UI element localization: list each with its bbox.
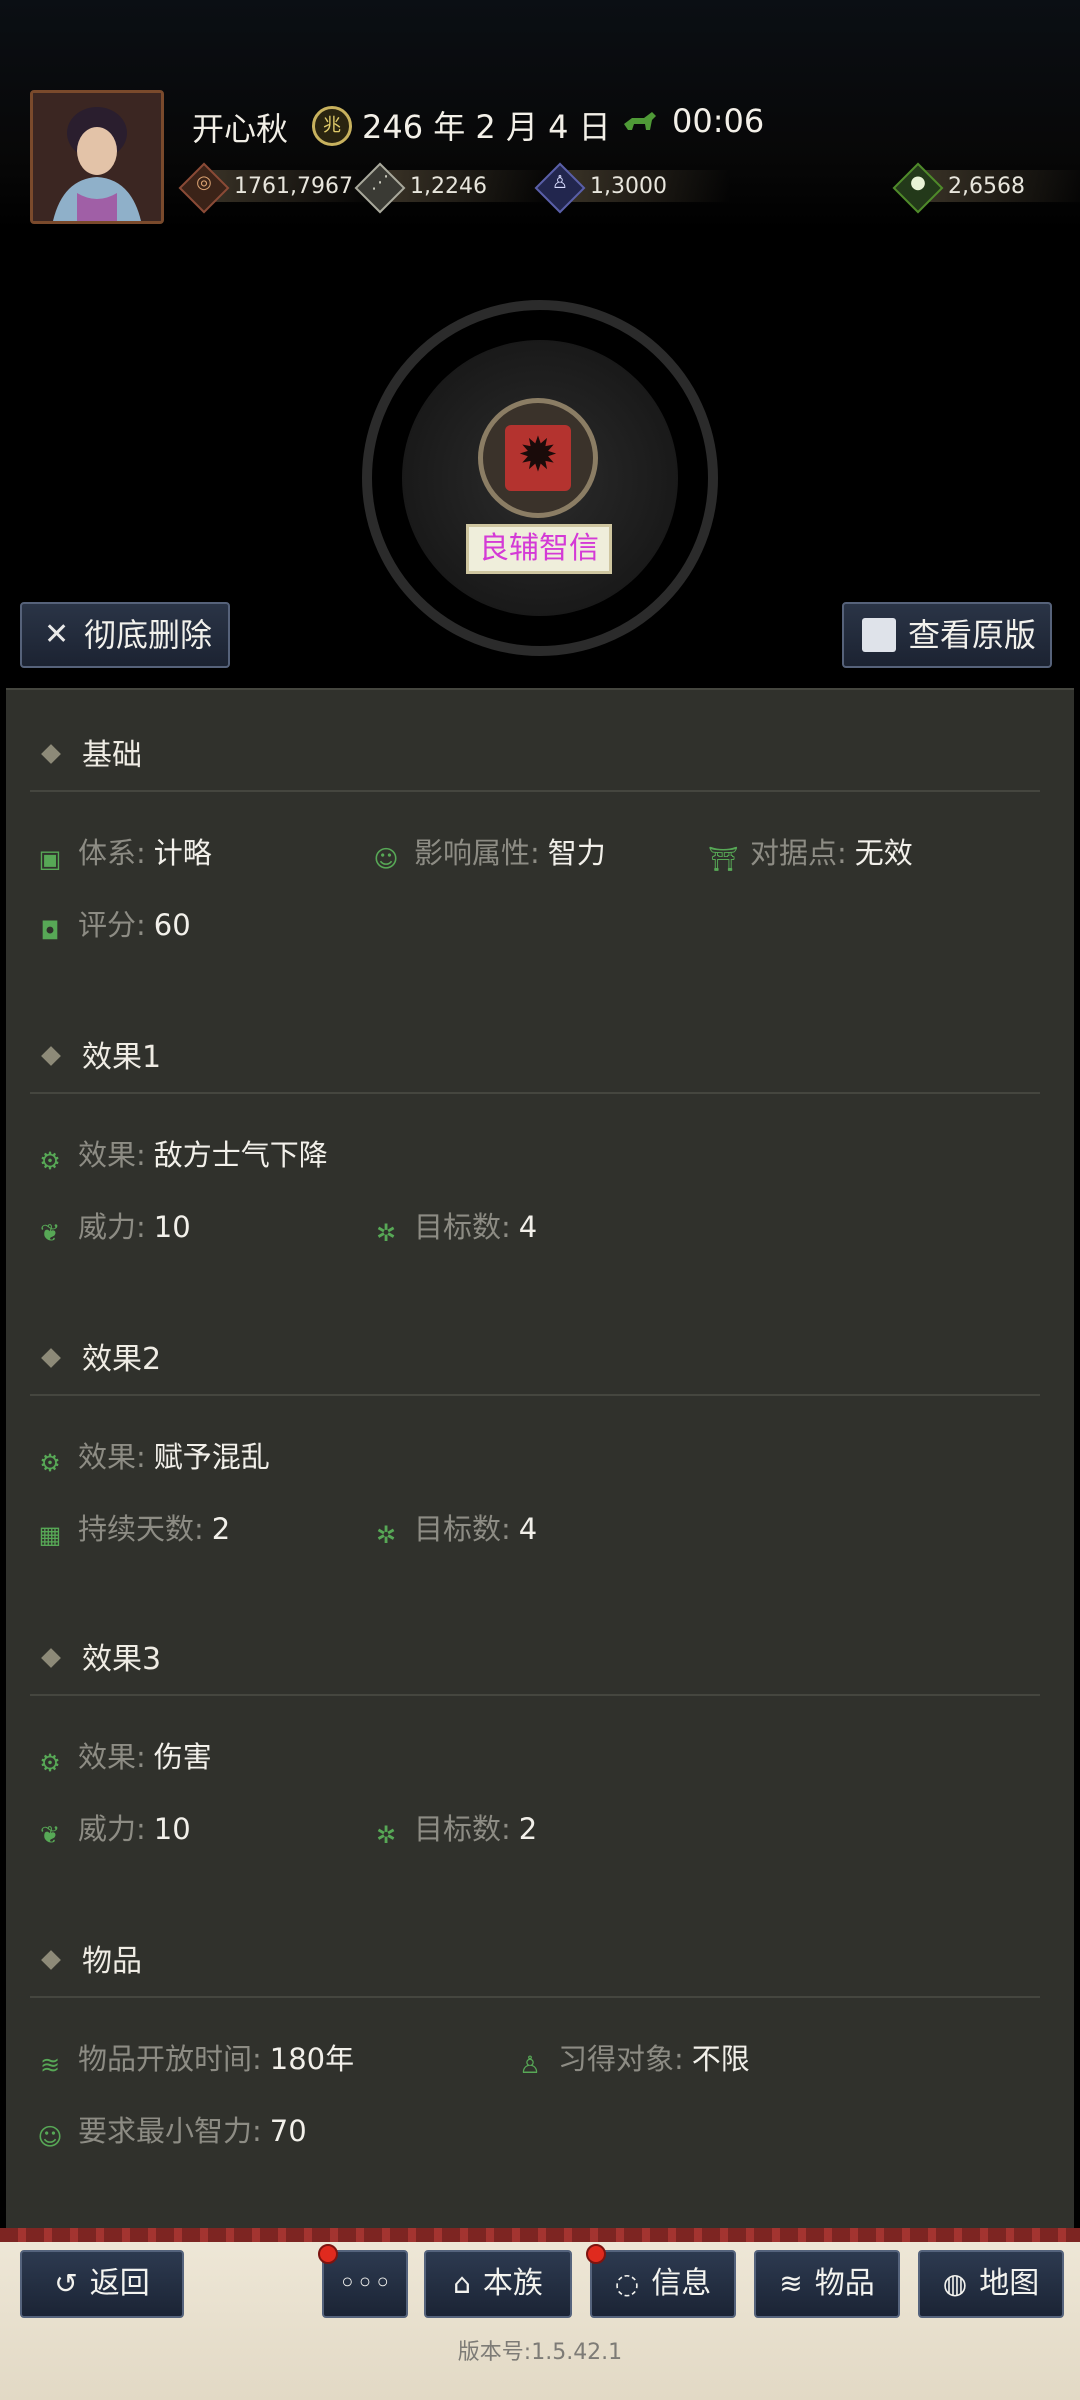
divider (30, 1694, 1040, 1696)
target-icon: ✲ (375, 1521, 397, 1549)
more-label: ◦◦◦ (338, 2266, 392, 2301)
field-targets1: ✲ 目标数: 4 (372, 1204, 537, 1247)
field-power3: ❦ 威力: 10 (36, 1806, 191, 1849)
field-effect1: ⚙ 效果: 敌方士气下降 (36, 1132, 328, 1175)
field-effect2: ⚙ 效果: 赋予混乱 (36, 1434, 270, 1477)
info-label: 信息 (651, 2266, 712, 2301)
resource-troops-value: 1,3000 (590, 174, 667, 199)
calendar-seal-icon: 兆 (312, 106, 352, 146)
clan-label: 本族 (482, 2266, 543, 2301)
grain-icon: ⋰ (371, 172, 389, 193)
soldier-icon: ♙ (551, 172, 569, 193)
info-button[interactable]: ◌ 信息 (590, 2250, 736, 2318)
field-open-time: ≋ 物品开放时间: 180年 (36, 2036, 354, 2079)
tent-icon: ⌂ (453, 2267, 471, 2300)
divider (30, 790, 1040, 792)
field-power1: ❦ 威力: 10 (36, 1204, 191, 1247)
view-original-button[interactable]: 查看原版 (842, 602, 1052, 668)
clan-button[interactable]: ⌂ 本族 (424, 2250, 572, 2318)
close-icon: ✕ (44, 617, 70, 652)
dragon-icon: ❦ (39, 1821, 61, 1849)
chat-icon: ◌ (614, 2267, 640, 2300)
head-icon: ☺ (37, 2123, 63, 2151)
money-bag-icon: ● (910, 172, 926, 193)
cube-icon: ▣ (38, 845, 62, 873)
gear-icon: ⚙ (39, 1449, 61, 1477)
notification-dot (586, 2244, 606, 2264)
target-icon: ✲ (375, 1821, 397, 1849)
dragon-icon: ❦ (39, 1219, 61, 1247)
resource-food-value: 1,2246 (410, 174, 487, 199)
nav-decor-strip (0, 2228, 1080, 2242)
field-duration2: ▦ 持续天数: 2 (36, 1506, 231, 1549)
items-button[interactable]: ≋ 物品 (754, 2250, 900, 2318)
delete-label: 彻底删除 (84, 616, 213, 654)
badge-icon: ◘ (40, 917, 60, 945)
gate-icon: ⛩ (708, 845, 739, 873)
section-item-title: 物品 (30, 1936, 142, 1980)
horse-icon (624, 112, 656, 130)
skill-icon: ✹ (478, 398, 598, 518)
coin-icon: ◎ (196, 172, 212, 193)
field-stronghold: ⛩ 对据点: 无效 (708, 836, 913, 873)
resource-gold-value: 1761,7967 (234, 174, 353, 199)
divider (30, 1092, 1040, 1094)
field-targets3: ✲ 目标数: 2 (372, 1806, 537, 1849)
gear-icon: ⚙ (39, 1147, 61, 1175)
globe-icon: ◍ (942, 2267, 968, 2300)
map-label: 地图 (979, 2266, 1040, 2301)
version-label: 版本号:1.5.42.1 (457, 2340, 623, 2365)
view-original-label: 查看原版 (908, 616, 1037, 654)
section-basic-title: 基础 (30, 730, 142, 774)
field-learner: ♙ 习得对象: 不限 (516, 2036, 750, 2079)
section-effect3-title: 效果3 (30, 1634, 161, 1678)
field-effect3: ⚙ 效果: 伤害 (36, 1734, 212, 1777)
divider (30, 1996, 1040, 1998)
player-avatar[interactable] (30, 90, 164, 224)
target-icon: ✲ (375, 1219, 397, 1247)
bricks-icon: ▦ (38, 1521, 62, 1549)
back-label: 返回 (89, 2266, 150, 2301)
player-name: 开心秋 (192, 110, 289, 148)
skill-name: 良辅智信 (466, 524, 612, 574)
items-label: 物品 (814, 2266, 875, 2301)
field-targets2: ✲ 目标数: 4 (372, 1506, 537, 1549)
delete-button[interactable]: ✕ 彻底删除 (20, 602, 230, 668)
books-icon: ≋ (39, 2051, 61, 2079)
map-button[interactable]: ◍ 地图 (918, 2250, 1064, 2318)
back-button[interactable]: ↺ 返回 (20, 2250, 184, 2318)
game-time: 00:06 (672, 102, 765, 140)
divider (30, 1394, 1040, 1396)
gear-icon: ⚙ (39, 1749, 61, 1777)
resource-money-value: 2,6568 (948, 174, 1025, 199)
notification-dot (318, 2244, 338, 2264)
person-icon: ♙ (519, 2051, 541, 2079)
image-icon (862, 618, 896, 652)
head-icon: ☺ (373, 845, 399, 873)
section-effect2-title: 效果2 (30, 1334, 161, 1378)
section-effect1-title: 效果1 (30, 1032, 161, 1076)
books-icon: ≋ (779, 2267, 803, 2300)
back-arrow-icon: ↺ (54, 2267, 78, 2300)
field-score: ◘ 评分: 60 (36, 902, 191, 945)
game-date: 246 年 2 月 4 日 (362, 108, 611, 146)
field-min-int: ☺ 要求最小智力: 70 (37, 2114, 307, 2151)
field-attribute: ☺ 影响属性: 智力 (373, 836, 606, 873)
field-system: ▣ 体系: 计略 (36, 830, 212, 873)
